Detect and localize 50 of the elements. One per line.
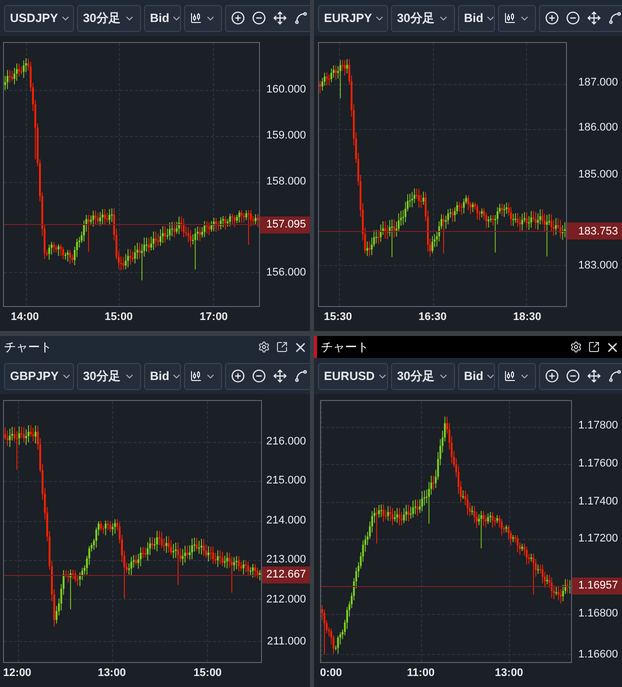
panel-title: チャート — [321, 339, 370, 356]
symbol-dropdown[interactable]: GBPJPY — [4, 362, 74, 390]
time-tick-label: 11:00 — [407, 668, 435, 679]
price-type-dropdown[interactable]: Bid — [144, 362, 181, 390]
price-tick-label: 1.17600 — [578, 458, 618, 470]
current-price-label: 157.095 — [260, 216, 310, 234]
current-price-label: 1.16957 — [572, 578, 622, 595]
current-price-label: 183.753 — [567, 222, 622, 240]
price-type-dropdown[interactable]: Bid — [458, 362, 495, 390]
time-tick-label: 15:00 — [194, 668, 222, 679]
price-tick-label: 211.000 — [267, 636, 306, 648]
price-tick-label: 1.17400 — [578, 496, 618, 508]
price-tick-label: 183.000 — [578, 260, 618, 272]
time-tick-label: 15:00 — [104, 312, 133, 323]
price-tick-label: 156.000 — [266, 267, 306, 278]
time-tick-label: 13:00 — [494, 668, 524, 679]
price-tick-label: 216.000 — [266, 436, 306, 448]
price-tick-label: 158.000 — [266, 176, 306, 188]
symbol-dropdown[interactable]: USDJPY — [4, 4, 74, 32]
price-tick-label: 214.000 — [266, 515, 306, 526]
symbol-dropdown[interactable]: EURJPY — [318, 4, 388, 32]
price-tick-label: 1.16600 — [578, 650, 618, 661]
price-tick-label: 1.17200 — [578, 534, 618, 545]
time-tick-label: 13:00 — [98, 668, 126, 679]
time-tick-label: 16:30 — [418, 312, 447, 323]
price-tick-label: 187.000 — [578, 78, 618, 89]
price-tick-label: 215.000 — [266, 476, 306, 486]
price-tick-label: 1.16800 — [578, 608, 618, 620]
price-tick-label: 160.000 — [266, 84, 306, 96]
price-tick-label: 185.000 — [578, 169, 618, 180]
price-tick-label: 159.000 — [266, 130, 306, 142]
timeframe-dropdown[interactable]: 30分足 — [77, 362, 141, 390]
price-type-dropdown[interactable]: Bid — [458, 4, 495, 32]
price-type-dropdown[interactable]: Bid — [144, 4, 181, 32]
timeframe-dropdown[interactable]: 30分足 — [391, 362, 455, 390]
panel-title: チャート — [4, 339, 53, 356]
time-tick-label: 14:00 — [10, 312, 39, 323]
time-tick-label: 12:00 — [3, 668, 32, 679]
time-tick-label: 17:00 — [200, 312, 228, 323]
current-price-label: 212.667 — [262, 566, 310, 584]
price-tick-label: 212.000 — [266, 594, 306, 606]
timeframe-dropdown[interactable]: 30分足 — [391, 4, 455, 32]
price-tick-label: 186.000 — [578, 122, 618, 134]
time-tick-label: 0:00 — [320, 668, 342, 679]
timeframe-dropdown[interactable]: 30分足 — [77, 4, 141, 32]
symbol-dropdown[interactable]: EURUSD — [318, 362, 388, 390]
price-tick-label: 1.17800 — [578, 420, 618, 432]
price-tick-label: 213.000 — [266, 554, 306, 566]
time-tick-label: 15:30 — [324, 312, 352, 323]
time-tick-label: 18:30 — [513, 312, 542, 323]
